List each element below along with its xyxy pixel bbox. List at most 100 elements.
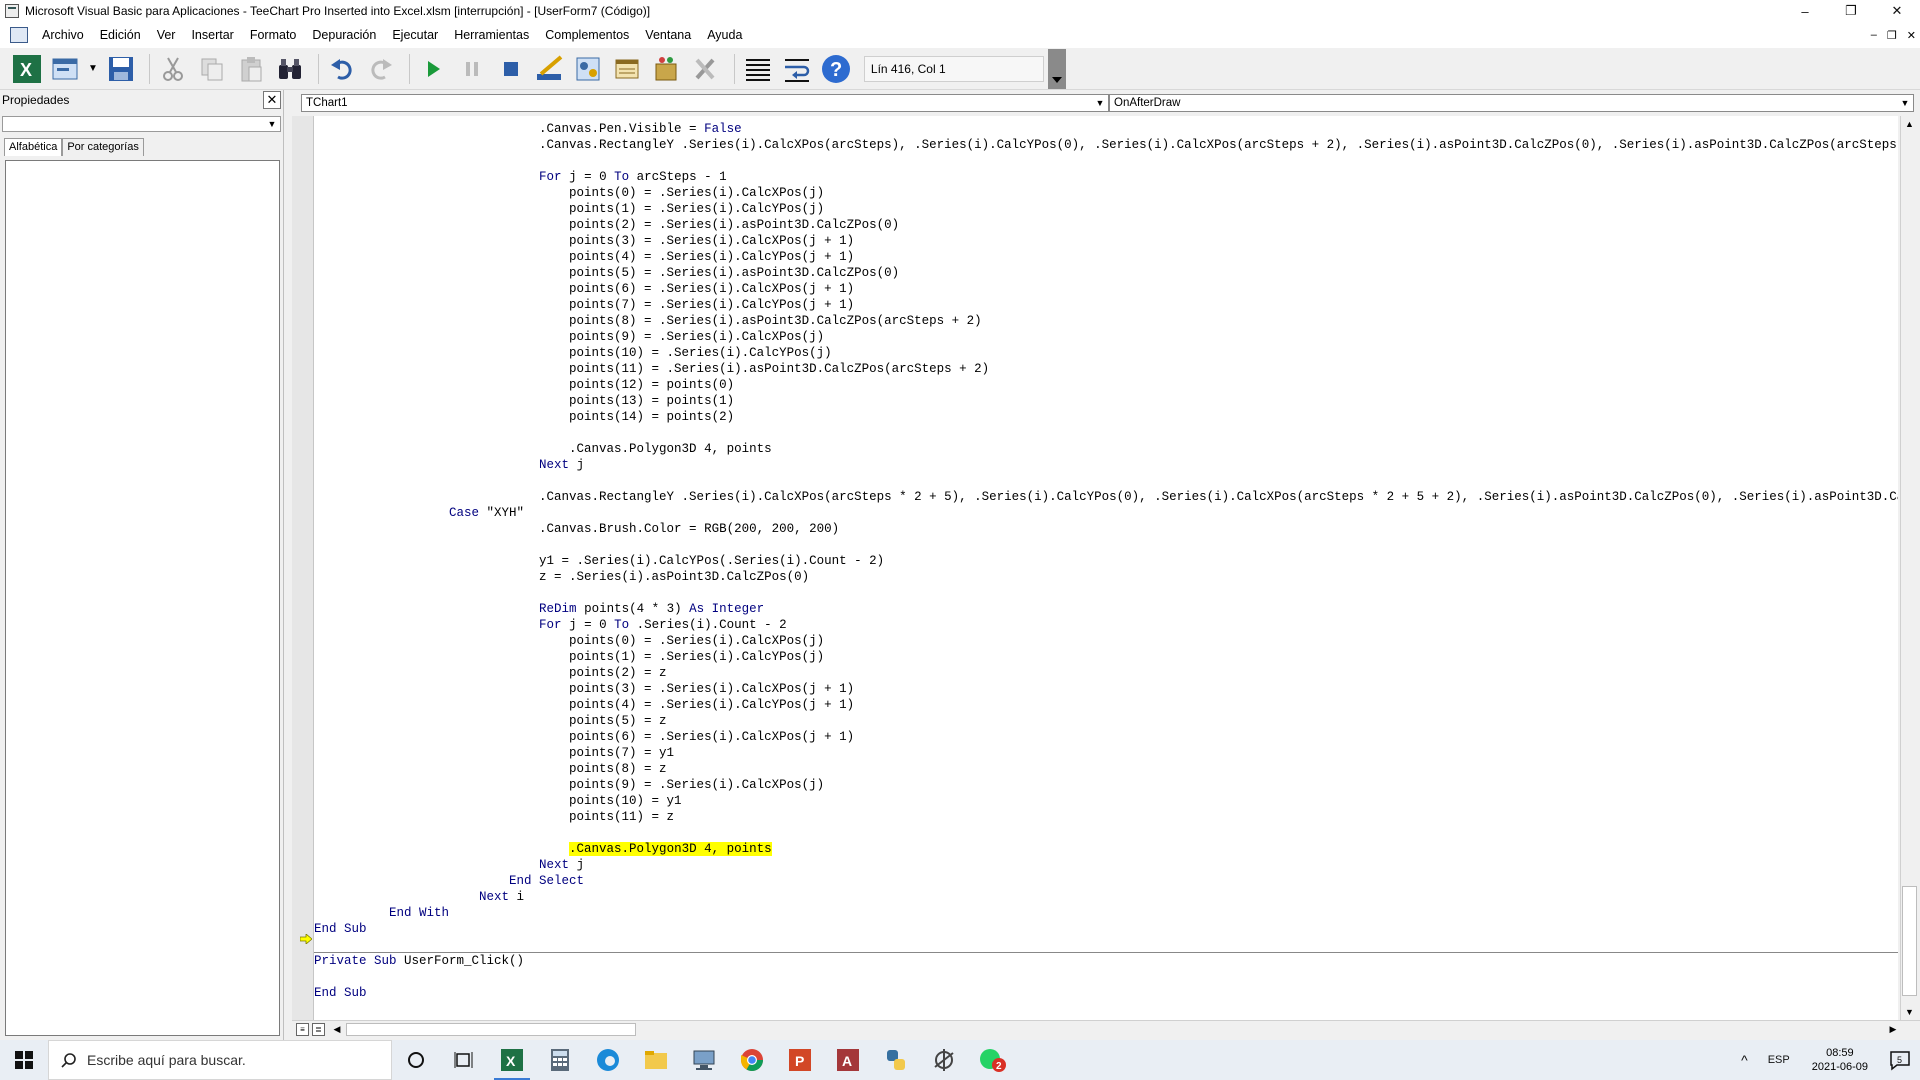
code-line[interactable]: End Select — [314, 873, 1898, 889]
vertical-scrollbar[interactable]: ▲ ▼ — [1900, 116, 1918, 1020]
menu-herramientas[interactable]: Herramientas — [446, 28, 537, 42]
code-lines[interactable]: .Canvas.Pen.Visible = False .Canvas.Rect… — [314, 121, 1898, 1001]
code-line[interactable]: .Canvas.Brush.Color = RGB(200, 200, 200) — [314, 521, 1898, 537]
menu-ejecutar[interactable]: Ejecutar — [384, 28, 446, 42]
code-line[interactable]: points(14) = points(2) — [314, 409, 1898, 425]
insert-dropdown-icon[interactable]: ▼ — [88, 63, 98, 74]
chevron-down-icon[interactable]: ▼ — [264, 117, 280, 131]
code-line[interactable]: points(0) = .Series(i).CalcXPos(j) — [314, 633, 1898, 649]
code-line[interactable] — [314, 473, 1898, 489]
object-browser-button[interactable] — [650, 52, 684, 86]
taskbar-excel[interactable]: X — [488, 1040, 536, 1080]
code-line[interactable]: points(9) = .Series(i).CalcXPos(j) — [314, 777, 1898, 793]
cut-button[interactable] — [156, 52, 190, 86]
code-line[interactable]: For j = 0 To .Series(i).Count - 2 — [314, 617, 1898, 633]
code-line[interactable]: Private Sub UserForm_Click() — [314, 953, 1898, 969]
taskbar-python[interactable] — [872, 1040, 920, 1080]
properties-window-button[interactable] — [611, 52, 645, 86]
code-line[interactable]: points(8) = z — [314, 761, 1898, 777]
menu-ayuda[interactable]: Ayuda — [699, 28, 750, 42]
code-line[interactable]: points(7) = .Series(i).CalcYPos(j + 1) — [314, 297, 1898, 313]
minimize-button[interactable]: – — [1782, 0, 1828, 22]
code-line[interactable]: Case "XYH" — [314, 505, 1898, 521]
tray-chevron-icon[interactable]: ^ — [1731, 1052, 1758, 1068]
code-line[interactable] — [314, 969, 1898, 985]
code-line[interactable]: points(1) = .Series(i).CalcYPos(j) — [314, 201, 1898, 217]
paste-button[interactable] — [234, 52, 268, 86]
code-line[interactable]: z = .Series(i).asPoint3D.CalcZPos(0) — [314, 569, 1898, 585]
taskbar-edge[interactable] — [584, 1040, 632, 1080]
procedure-combo[interactable]: OnAfterDraw ▼ — [1109, 94, 1914, 112]
code-line[interactable] — [314, 425, 1898, 441]
object-selector[interactable]: ▼ — [2, 116, 281, 132]
code-line[interactable]: .Canvas.Pen.Visible = False — [314, 121, 1898, 137]
code-line[interactable]: .Canvas.Polygon3D 4, points — [314, 441, 1898, 457]
mdi-close-button[interactable]: ✕ — [1907, 29, 1916, 42]
menu-ventana[interactable]: Ventana — [637, 28, 699, 42]
code-line[interactable]: points(5) = .Series(i).asPoint3D.CalcZPo… — [314, 265, 1898, 281]
code-line[interactable]: points(13) = points(1) — [314, 393, 1898, 409]
vb-menu-icon[interactable] — [10, 27, 28, 43]
mdi-minimize-button[interactable]: – — [1871, 29, 1877, 41]
chevron-down-icon[interactable]: ▼ — [1897, 95, 1913, 111]
code-line[interactable] — [314, 537, 1898, 553]
run-button[interactable] — [416, 52, 450, 86]
code-line[interactable]: points(2) = .Series(i).asPoint3D.CalcZPo… — [314, 217, 1898, 233]
code-line[interactable]: .Canvas.RectangleY .Series(i).CalcXPos(a… — [314, 489, 1898, 505]
procedure-view-button[interactable]: ≡ — [296, 1023, 309, 1036]
code-line[interactable]: points(3) = .Series(i).CalcXPos(j + 1) — [314, 681, 1898, 697]
language-indicator[interactable]: ESP — [1758, 1054, 1800, 1066]
code-line[interactable]: End With — [314, 905, 1898, 921]
code-line[interactable] — [314, 937, 1898, 953]
redo-button[interactable] — [364, 52, 398, 86]
vertical-scroll-thumb[interactable] — [1902, 886, 1917, 996]
reset-button[interactable] — [494, 52, 528, 86]
code-line[interactable] — [314, 153, 1898, 169]
menu-formato[interactable]: Formato — [242, 28, 305, 42]
code-line[interactable]: points(11) = .Series(i).asPoint3D.CalcZP… — [314, 361, 1898, 377]
tab-alfabetica[interactable]: Alfabética — [4, 138, 63, 156]
code-line[interactable]: points(4) = .Series(i).CalcYPos(j + 1) — [314, 697, 1898, 713]
copy-button[interactable] — [195, 52, 229, 86]
horizontal-scroll-thumb[interactable] — [346, 1023, 636, 1036]
code-line[interactable]: Next j — [314, 457, 1898, 473]
code-line[interactable]: End Sub — [314, 985, 1898, 1001]
code-line[interactable]: points(10) = y1 — [314, 793, 1898, 809]
taskbar-search[interactable]: Escribe aquí para buscar. — [48, 1040, 392, 1080]
code-line[interactable]: Next i — [314, 889, 1898, 905]
menu-insertar[interactable]: Insertar — [183, 28, 241, 42]
notification-center-button[interactable]: 5 — [1880, 1040, 1920, 1080]
object-combo[interactable]: TChart1 ▼ — [301, 94, 1109, 112]
save-button[interactable] — [104, 52, 138, 86]
tab-por-categorias[interactable]: Por categorías — [62, 138, 144, 156]
code-line[interactable]: points(12) = points(0) — [314, 377, 1898, 393]
menu-depuracion[interactable]: Depuración — [304, 28, 384, 42]
code-line[interactable]: points(5) = z — [314, 713, 1898, 729]
scroll-up-icon[interactable]: ▲ — [1901, 116, 1918, 132]
menu-archivo[interactable]: Archivo — [34, 28, 92, 42]
restore-button[interactable]: ❐ — [1828, 0, 1874, 22]
outdent-button[interactable] — [780, 52, 814, 86]
properties-list[interactable] — [5, 160, 280, 1036]
mdi-restore-button[interactable]: ❐ — [1887, 29, 1897, 42]
design-mode-button[interactable] — [533, 52, 567, 86]
toolbar-overflow-icon[interactable] — [1047, 48, 1066, 89]
code-line[interactable]: .Canvas.Polygon3D 4, points — [314, 841, 1898, 857]
vba-app-icon[interactable] — [5, 4, 19, 18]
view-excel-button[interactable]: X — [10, 52, 44, 86]
taskbar-whatsapp[interactable]: 2 — [968, 1040, 1016, 1080]
code-line[interactable]: points(6) = .Series(i).CalcXPos(j + 1) — [314, 729, 1898, 745]
code-line[interactable]: Next j — [314, 857, 1898, 873]
breakpoint-margin[interactable] — [292, 116, 314, 1020]
code-line[interactable]: For j = 0 To arcSteps - 1 — [314, 169, 1898, 185]
scroll-left-icon[interactable]: ◀ — [330, 1023, 344, 1036]
insert-userform-button[interactable] — [49, 52, 83, 86]
cortana-button[interactable] — [392, 1040, 440, 1080]
full-module-view-button[interactable]: ≣ — [312, 1023, 325, 1036]
task-view-button[interactable] — [440, 1040, 488, 1080]
code-line[interactable]: points(6) = .Series(i).CalcXPos(j + 1) — [314, 281, 1898, 297]
scroll-right-icon[interactable]: ▶ — [1886, 1023, 1900, 1036]
code-line[interactable]: y1 = .Series(i).CalcYPos(.Series(i).Coun… — [314, 553, 1898, 569]
scroll-down-icon[interactable]: ▼ — [1901, 1004, 1918, 1020]
code-line[interactable]: End Sub — [314, 921, 1898, 937]
